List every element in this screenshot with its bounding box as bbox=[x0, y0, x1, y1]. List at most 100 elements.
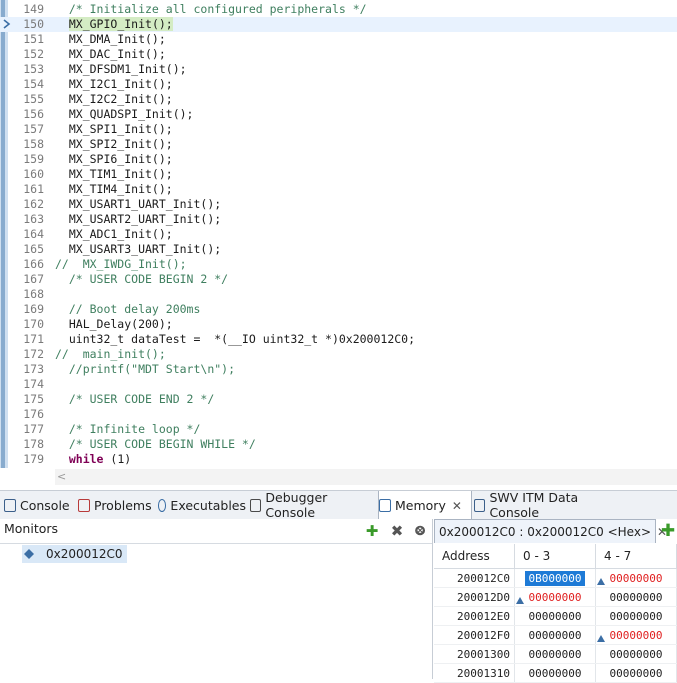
code-line[interactable]: 178 /* USER CODE BEGIN WHILE */ bbox=[0, 437, 677, 452]
column-header-0-3: 0 - 3 bbox=[514, 544, 596, 569]
code-line[interactable]: 156 MX_QUADSPI_Init(); bbox=[0, 107, 677, 122]
add-rendering-icon[interactable]: ✚ bbox=[660, 523, 676, 540]
code-text: /* USER CODE BEGIN 2 */ bbox=[55, 272, 229, 286]
line-number: 175 bbox=[23, 392, 44, 406]
code-line[interactable]: 166 // MX_IWDG_Init(); bbox=[0, 257, 677, 272]
remove-all-monitors-icon[interactable]: ⨷ bbox=[412, 523, 428, 539]
code-line[interactable]: 163 MX_USART2_UART_Init(); bbox=[0, 212, 677, 227]
monitor-address: 0x200012C0 bbox=[46, 547, 123, 561]
code-text: MX_I2C1_Init(); bbox=[55, 77, 173, 91]
line-number: 165 bbox=[23, 242, 44, 256]
code-line[interactable]: 150 MX_GPIO_Init(); bbox=[0, 17, 677, 32]
code-line[interactable]: 179 while (1) bbox=[0, 452, 677, 467]
memory-value: 00000000 bbox=[528, 628, 582, 642]
code-line[interactable]: 164 MX_ADC1_Init(); bbox=[0, 227, 677, 242]
memory-value: 0B000000 bbox=[524, 570, 586, 586]
monitors-title: Monitors bbox=[4, 521, 59, 536]
code-text: /* Infinite loop */ bbox=[55, 422, 201, 436]
code-line[interactable]: 155 MX_I2C2_Init(); bbox=[0, 92, 677, 107]
tab-memory[interactable]: Memory ✕ bbox=[378, 491, 472, 520]
tab-swv-itm-data-console[interactable]: SWV ITM Data Console bbox=[474, 490, 624, 520]
code-line[interactable]: 154 MX_I2C1_Init(); bbox=[0, 77, 677, 92]
memory-cell[interactable]: 00000000 bbox=[514, 606, 596, 626]
memory-cell[interactable]: 00000000 bbox=[514, 663, 596, 683]
memory-cell[interactable]: 00000000 bbox=[595, 625, 677, 645]
code-line[interactable]: 153 MX_DFSDM1_Init(); bbox=[0, 62, 677, 77]
code-line[interactable]: 157 MX_SPI1_Init(); bbox=[0, 122, 677, 137]
memory-cell[interactable]: 0B000000 bbox=[514, 568, 596, 588]
memory-value: 00000000 bbox=[609, 666, 663, 680]
code-line[interactable]: 176 bbox=[0, 407, 677, 422]
code-line[interactable]: 159 MX_SPI6_Init(); bbox=[0, 152, 677, 167]
code-text: // main_init(); bbox=[55, 347, 166, 361]
add-monitor-icon[interactable]: ✚ bbox=[364, 522, 380, 540]
memory-cell[interactable]: 00000000 bbox=[514, 625, 596, 645]
line-number: 167 bbox=[23, 272, 44, 286]
code-line[interactable]: 158 MX_SPI2_Init(); bbox=[0, 137, 677, 152]
code-text: /* Initialize all configured peripherals… bbox=[55, 2, 367, 16]
code-text: // Boot delay 200ms bbox=[55, 302, 201, 316]
code-line[interactable]: 162 MX_USART1_UART_Init(); bbox=[0, 197, 677, 212]
memory-cell[interactable]: 00000000 bbox=[595, 663, 677, 683]
changed-marker-icon bbox=[597, 578, 605, 585]
code-line[interactable]: 174 bbox=[0, 377, 677, 392]
line-number: 149 bbox=[23, 2, 44, 16]
memory-address: 200012F0 bbox=[434, 625, 515, 645]
close-icon[interactable]: ✕ bbox=[452, 499, 462, 513]
line-number: 174 bbox=[23, 377, 44, 391]
code-line[interactable]: 152 MX_DAC_Init(); bbox=[0, 47, 677, 62]
code-text: MX_USART2_UART_Init(); bbox=[55, 212, 222, 226]
tab-label: SWV ITM Data Console bbox=[489, 490, 579, 520]
code-line[interactable]: 172 // main_init(); bbox=[0, 347, 677, 362]
code-line[interactable]: 151 MX_DMA_Init(); bbox=[0, 32, 677, 47]
column-header-address: Address bbox=[434, 544, 515, 569]
code-line[interactable]: 169 // Boot delay 200ms bbox=[0, 302, 677, 317]
memory-value: 00000000 bbox=[528, 666, 582, 680]
breakpoint-arrow-icon[interactable] bbox=[1, 19, 11, 29]
code-line[interactable]: 149 /* Initialize all configured periphe… bbox=[0, 2, 677, 17]
memory-value: 00000000 bbox=[609, 647, 663, 661]
keyword: while bbox=[68, 452, 104, 466]
code-text: MX_DFSDM1_Init(); bbox=[55, 62, 187, 76]
code-line[interactable]: 171 uint32_t dataTest = *(__IO uint32_t … bbox=[0, 332, 677, 347]
rendering-tab[interactable]: 0x200012C0 : 0x200012C0 <Hex> ✕ bbox=[434, 519, 667, 543]
code-line[interactable]: 168 bbox=[0, 287, 677, 302]
scroll-left-icon[interactable]: < bbox=[57, 469, 66, 485]
tab-problems[interactable]: Problems bbox=[78, 491, 154, 519]
code-editor[interactable]: 149 /* Initialize all configured periphe… bbox=[0, 0, 677, 468]
remove-monitor-icon[interactable]: ✖ bbox=[389, 522, 405, 540]
code-line[interactable]: 177 /* Infinite loop */ bbox=[0, 422, 677, 437]
monitors-separator bbox=[0, 543, 432, 544]
line-number: 168 bbox=[23, 287, 44, 301]
line-number: 169 bbox=[23, 302, 44, 316]
tab-console[interactable]: Console bbox=[4, 491, 74, 519]
memory-cell[interactable]: 00000000 bbox=[514, 644, 596, 664]
monitor-diamond-icon bbox=[24, 549, 34, 559]
code-text: MX_ADC1_Init(); bbox=[55, 227, 173, 241]
line-number: 172 bbox=[23, 347, 44, 361]
tab-executables[interactable]: Executables bbox=[158, 491, 246, 519]
line-number: 158 bbox=[23, 137, 44, 151]
rendering-tab-label: 0x200012C0 : 0x200012C0 <Hex> bbox=[439, 524, 652, 539]
code-line[interactable]: 175 /* USER CODE END 2 */ bbox=[0, 392, 677, 407]
tab-debugger-console[interactable]: Debugger Console bbox=[250, 490, 374, 520]
code-line[interactable]: 167 /* USER CODE BEGIN 2 */ bbox=[0, 272, 677, 287]
code-line[interactable]: 161 MX_TIM4_Init(); bbox=[0, 182, 677, 197]
memory-cell[interactable]: 00000000 bbox=[595, 644, 677, 664]
memory-cell[interactable]: 00000000 bbox=[595, 587, 677, 607]
memory-cell[interactable]: 00000000 bbox=[595, 606, 677, 626]
editor-horizontal-scrollbar[interactable]: < bbox=[55, 469, 677, 485]
code-line[interactable]: 165 MX_USART3_UART_Init(); bbox=[0, 242, 677, 257]
code-line[interactable]: 173 //printf("MDT Start\n"); bbox=[0, 362, 677, 377]
code-text: MX_I2C2_Init(); bbox=[55, 92, 173, 106]
code-line[interactable]: 170 HAL_Delay(200); bbox=[0, 317, 677, 332]
line-number: 151 bbox=[23, 32, 44, 46]
memory-cell[interactable]: 00000000 bbox=[514, 587, 596, 607]
code-text: /* USER CODE BEGIN WHILE */ bbox=[55, 437, 256, 451]
memory-row: 20001300 00000000 00000000 bbox=[434, 644, 677, 664]
memory-cell[interactable]: 00000000 bbox=[595, 568, 677, 588]
line-number: 154 bbox=[23, 77, 44, 91]
code-line[interactable]: 160 MX_TIM1_Init(); bbox=[0, 167, 677, 182]
memory-row: 200012D0 00000000 00000000 bbox=[434, 587, 677, 607]
monitor-item[interactable]: 0x200012C0 bbox=[22, 545, 127, 563]
